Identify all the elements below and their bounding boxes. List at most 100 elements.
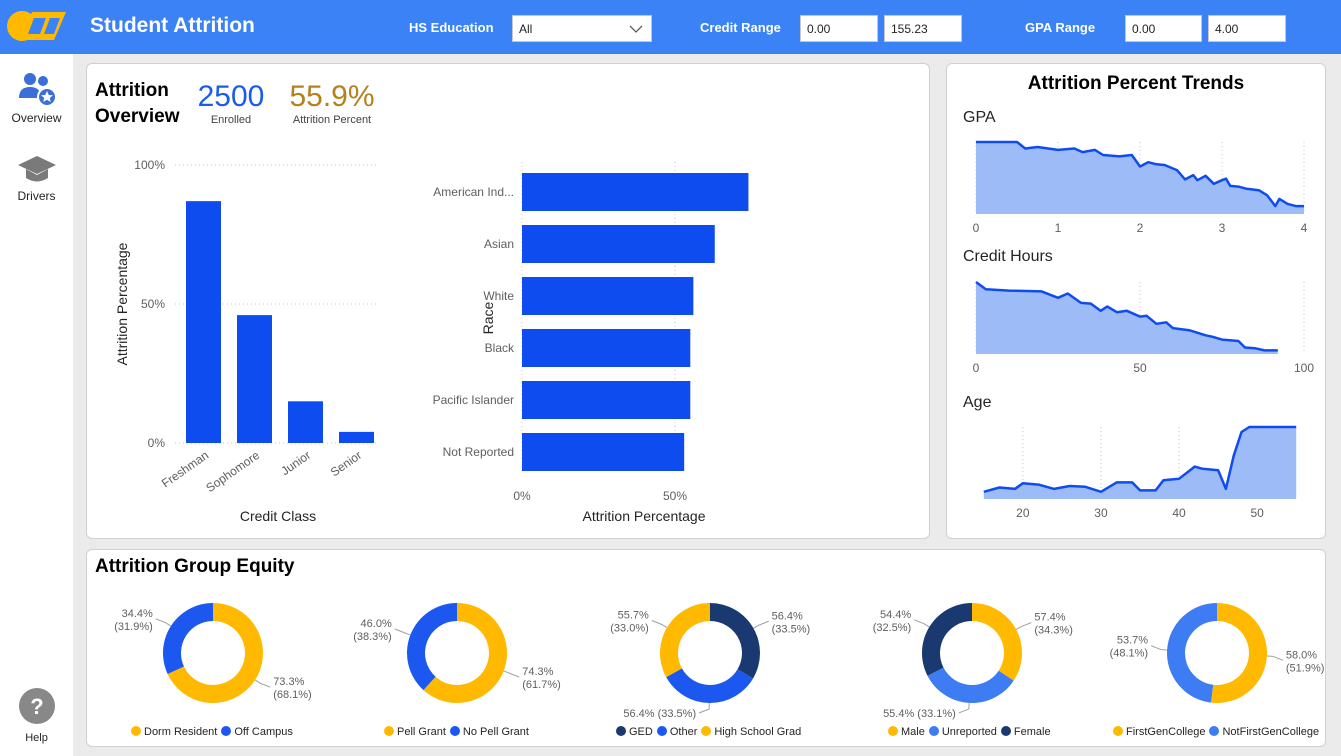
x-axis-title: Credit Class xyxy=(240,508,316,524)
leader-line xyxy=(394,628,411,636)
y-axis-title: Race xyxy=(480,301,496,334)
x-tick-label: 3 xyxy=(1219,221,1226,235)
x-tick-label: Sophomore xyxy=(203,448,262,495)
attrition-overview-panel: Attrition Overview 2500 Enrolled 55.9% A… xyxy=(86,63,930,539)
gpa-min-input[interactable]: 0.00 xyxy=(1125,15,1202,42)
first-gen-donut: 58.0%(51.9%) 53.7%(48.1%) xyxy=(1110,603,1324,703)
leader-line xyxy=(1150,645,1168,651)
data-label: 74.3% xyxy=(522,666,553,678)
attrition-trends-panel: Attrition Percent Trends GPA 0 1 2 3 4 Credi… xyxy=(946,63,1326,539)
data-label: (61.7%) xyxy=(522,679,561,691)
x-tick-label: 0% xyxy=(513,489,531,503)
donut-slice xyxy=(666,668,754,703)
legend-item[interactable]: Pell Grant xyxy=(384,726,446,738)
legend-item[interactable]: Other xyxy=(656,726,698,738)
data-label: (33.5%) xyxy=(772,623,811,635)
credit-hours-trend-chart: 0 50 100 xyxy=(973,280,1314,375)
leader-line xyxy=(254,679,271,688)
legend-item[interactable]: No Pell Grant xyxy=(449,726,529,738)
x-tick-label: 4 xyxy=(1301,221,1308,235)
nav-overview[interactable]: Overview xyxy=(0,70,73,125)
donut-slice xyxy=(972,603,1022,681)
legend-item[interactable]: Dorm Resident xyxy=(131,726,217,738)
legend-label: Unreported xyxy=(941,726,997,738)
donut-slice xyxy=(660,603,710,678)
logo xyxy=(7,11,66,41)
bar xyxy=(339,431,374,443)
chevron-down-icon xyxy=(629,25,643,33)
bar xyxy=(522,277,694,315)
gender-legend: Male Unreported Female xyxy=(888,726,1055,738)
legend-item[interactable]: Male xyxy=(888,726,925,738)
donut-slice xyxy=(922,603,972,676)
y-axis-title: Attrition Percentage xyxy=(114,242,130,365)
legend-item[interactable]: Unreported xyxy=(928,726,997,738)
legend-item[interactable]: High School Grad xyxy=(701,726,801,738)
y-tick-label: Pacific Islander xyxy=(433,393,514,407)
legend-label: High School Grad xyxy=(714,726,802,738)
leader-line xyxy=(503,670,520,678)
users-star-icon xyxy=(18,73,57,107)
gpa-max-input[interactable]: 4.00 xyxy=(1208,15,1286,42)
residence-legend: Dorm Resident Off Campus xyxy=(131,726,297,738)
y-tick-label: White xyxy=(483,289,514,303)
leader-line xyxy=(698,702,710,714)
data-label: (38.3%) xyxy=(353,631,392,643)
x-tick-label: 40 xyxy=(1172,506,1186,520)
x-tick-label: 50 xyxy=(1133,361,1147,375)
data-label: 34.4% xyxy=(122,608,153,620)
y-tick-label: 50% xyxy=(141,297,165,311)
attrition-label: Attrition Percent xyxy=(292,114,372,126)
x-tick-label: 50 xyxy=(1250,506,1264,520)
legend-dot xyxy=(1000,726,1011,736)
legend-item[interactable]: Off Campus xyxy=(221,726,293,738)
legend-label: Pell Grant xyxy=(397,726,446,738)
donut-slice xyxy=(927,667,1014,703)
legend-label: Male xyxy=(901,726,925,738)
data-label: 55.7% xyxy=(618,609,649,621)
legend-item[interactable]: Female xyxy=(1000,726,1051,738)
credit-hours-trend-label: Credit Hours xyxy=(963,248,1053,265)
hs-education-legend: GED Other High School Grad xyxy=(616,726,805,738)
legend-label: Off Campus xyxy=(234,726,293,738)
data-label: (31.9%) xyxy=(114,621,153,633)
legend-label: Other xyxy=(669,726,698,738)
legend-dot xyxy=(888,726,898,736)
leader-line xyxy=(914,619,930,628)
data-label: (68.1%) xyxy=(273,689,312,701)
gpa-trend-label: GPA xyxy=(963,109,996,126)
hs-education-value: All xyxy=(519,22,533,36)
donut-slice xyxy=(1211,603,1268,703)
y-tick-label: 100% xyxy=(134,158,165,172)
nav-drivers[interactable]: Drivers xyxy=(0,154,73,203)
bar xyxy=(522,381,691,419)
hs-education-dropdown[interactable]: All xyxy=(512,15,652,42)
data-label: 58.0% xyxy=(1286,649,1317,661)
legend-dot xyxy=(928,726,939,736)
trends-title: Attrition Percent Trends xyxy=(1027,73,1245,94)
donut-slice xyxy=(1167,603,1217,703)
trend-area xyxy=(983,427,1297,499)
legend-item[interactable]: GED xyxy=(616,726,653,738)
age-trend-label: Age xyxy=(963,394,992,411)
data-label: (48.1%) xyxy=(1110,648,1149,660)
legend-item[interactable]: FirstGenCollege xyxy=(1113,726,1205,738)
donut-slice xyxy=(710,603,760,679)
data-label: 73.3% xyxy=(273,676,304,688)
bar xyxy=(288,401,323,443)
data-label: 53.7% xyxy=(1117,635,1148,647)
credit-min-input[interactable]: 0.00 xyxy=(800,15,878,42)
y-tick-label: American Ind... xyxy=(433,185,514,199)
nav-help[interactable]: ? Help xyxy=(0,687,73,744)
help-icon: ? xyxy=(18,688,55,724)
data-label: 55.4% (33.1%) xyxy=(883,708,956,720)
x-tick-label: Junior xyxy=(278,448,313,478)
credit-max-input[interactable]: 155.23 xyxy=(884,15,962,42)
y-tick-label: 0% xyxy=(148,436,166,450)
age-trend-chart: 20 30 40 50 xyxy=(983,425,1297,520)
leader-line xyxy=(1015,622,1032,630)
x-tick-label: 2 xyxy=(1137,221,1144,235)
data-label: 56.4% xyxy=(772,610,803,622)
legend-item[interactable]: NotFirstGenCollege xyxy=(1209,726,1319,738)
data-label: (34.3%) xyxy=(1034,625,1073,637)
